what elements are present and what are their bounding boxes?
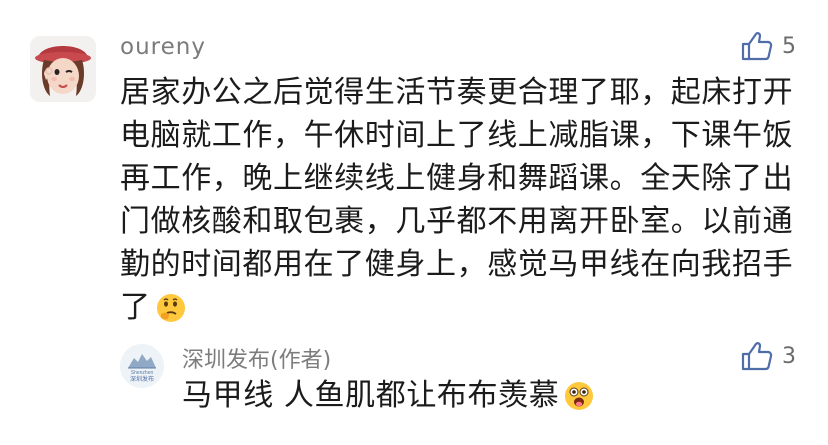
- shenzhen-avatar-icon: Shenzhen 深圳发布: [120, 344, 164, 388]
- user-avatar-icon: [30, 36, 96, 102]
- like-count: 5: [782, 33, 796, 59]
- user-avatar[interactable]: [30, 36, 96, 102]
- thinking-face-emoji: [156, 294, 185, 322]
- thumbs-up-icon: [741, 32, 773, 61]
- reply-text-block: 马甲线 人鱼肌都让布布羡慕: [182, 376, 595, 416]
- comment-text-block: 居家办公之后觉得生活节奏更合理了耶，起床打开电脑就工作，午休时间上了线上减脂课，…: [120, 71, 800, 329]
- like-button[interactable]: 5: [740, 30, 796, 62]
- comment-card: oureny 5 居家办公之后觉得生活节奏更合理了耶，起床打开电脑就工作，午休时…: [0, 0, 828, 445]
- reply-avatar-logo-cn: 深圳发布: [130, 375, 154, 383]
- reply-avatar[interactable]: Shenzhen 深圳发布: [120, 344, 164, 388]
- reply-author-name[interactable]: 深圳发布(作者): [182, 342, 331, 374]
- reply-content: 马甲线 人鱼肌都让布布羡慕: [182, 378, 560, 413]
- reply-like-count: 3: [782, 343, 796, 369]
- thumbs-up-icon: [741, 342, 773, 371]
- author-reply: Shenzhen 深圳发布 深圳发布(作者) 马甲线 人鱼肌都让布布羡慕: [120, 334, 800, 434]
- comment-username[interactable]: oureny: [120, 34, 206, 60]
- reply-like-button[interactable]: 3: [740, 340, 796, 372]
- comment-content: 居家办公之后觉得生活节奏更合理了耶，起床打开电脑就工作，午休时间上了线上减脂课，…: [120, 75, 794, 325]
- astonished-face-emoji: [565, 382, 594, 410]
